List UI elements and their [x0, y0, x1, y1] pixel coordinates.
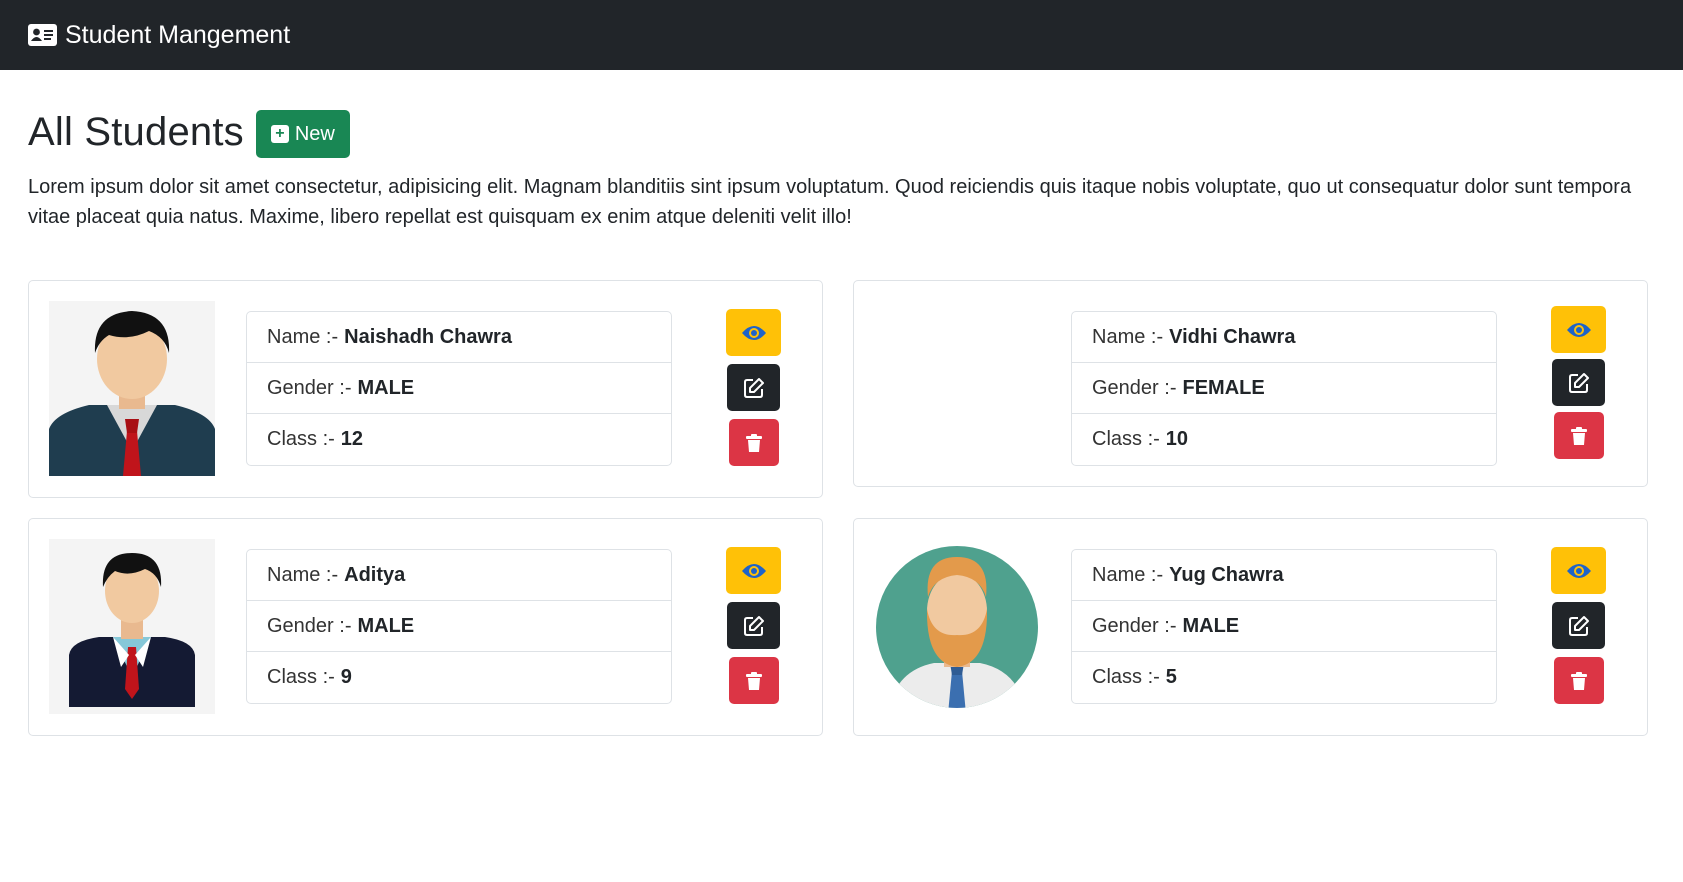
trash-icon	[1570, 671, 1587, 690]
name-value: Naishadh Chawra	[344, 325, 512, 348]
class-value: 9	[340, 666, 352, 688]
card-actions	[726, 309, 781, 466]
student-avatar	[874, 301, 1040, 476]
view-button[interactable]	[726, 547, 781, 594]
student-info: Name :- Naishadh Chawra Gender :- MALE Cla…	[246, 311, 672, 466]
class-label: Class :-	[267, 428, 335, 450]
student-info: Name :- Aditya Gender :- MALE Class :- 9	[246, 549, 672, 704]
gender-value: FEMALE	[1182, 376, 1265, 399]
view-button[interactable]	[1551, 306, 1606, 353]
intro-text: Lorem ipsum dolor sit amet consectetur, …	[28, 176, 1632, 228]
delete-button[interactable]	[728, 419, 779, 466]
new-student-button[interactable]: + New	[255, 110, 350, 158]
student-card: Name :- Vidhi Chawra Gender :- FEMALE Clas…	[853, 280, 1648, 487]
student-card: Name :- Naishadh Chawra Gender :- MALE Cla…	[28, 280, 823, 498]
gender-row: Gender :- FEMALE	[1072, 363, 1496, 414]
edit-button[interactable]	[727, 602, 780, 649]
brand-title: Student Mangement	[65, 20, 291, 49]
trash-icon	[1570, 426, 1587, 445]
gender-label: Gender :-	[1092, 376, 1177, 399]
student-info: Name :- Yug Chawra Gender :- MALE Class :-…	[1071, 549, 1497, 704]
card-actions	[1551, 306, 1606, 459]
student-card: Name :- Yug Chawra Gender :- MALE Class :-…	[853, 518, 1648, 736]
card-actions	[726, 547, 781, 704]
student-info: Name :- Vidhi Chawra Gender :- FEMALE Clas…	[1071, 311, 1497, 466]
navbar-brand[interactable]: Student Mangement	[28, 21, 290, 50]
class-value: 12	[340, 428, 364, 450]
name-label: Name :-	[1092, 325, 1164, 348]
student-avatar	[874, 539, 1040, 714]
name-label: Name :-	[1092, 563, 1164, 586]
edit-icon	[1568, 615, 1589, 636]
class-label: Class :-	[1092, 666, 1160, 688]
navbar: Student Mangement	[0, 0, 1683, 70]
new-button-label: New	[294, 122, 335, 145]
name-value: Aditya	[344, 563, 406, 586]
student-grid: Name :- Naishadh Chawra Gender :- MALE Cla…	[28, 280, 1655, 736]
student-card: Name :- Aditya Gender :- MALE Class :- 9	[28, 518, 823, 736]
gender-label: Gender :-	[267, 376, 352, 399]
delete-button[interactable]	[728, 657, 779, 704]
class-value: 5	[1165, 666, 1177, 688]
gender-value: MALE	[357, 614, 415, 637]
page-header: All Students + New	[28, 106, 1655, 158]
view-button[interactable]	[726, 309, 781, 356]
name-row: Name :- Aditya	[247, 550, 671, 601]
gender-row: Gender :- MALE	[247, 601, 671, 652]
id-card-icon	[28, 24, 57, 46]
edit-icon	[1568, 372, 1589, 393]
plus-square-icon: +	[270, 125, 289, 143]
class-row: Class :- 5	[1072, 652, 1496, 703]
trash-icon	[745, 433, 762, 452]
gender-row: Gender :- MALE	[247, 363, 671, 414]
eye-icon	[1566, 563, 1591, 578]
eye-icon	[1566, 322, 1591, 337]
edit-icon	[743, 615, 764, 636]
gender-value: MALE	[357, 376, 415, 399]
view-button[interactable]	[1551, 547, 1606, 594]
name-label: Name :-	[267, 325, 339, 348]
edit-button[interactable]	[1552, 359, 1605, 406]
edit-icon	[743, 377, 764, 398]
class-row: Class :- 12	[247, 414, 671, 465]
page-title: All Students	[28, 109, 244, 154]
class-label: Class :-	[1092, 428, 1160, 450]
edit-button[interactable]	[727, 364, 780, 411]
delete-button[interactable]	[1553, 657, 1604, 704]
name-value: Vidhi Chawra	[1169, 325, 1296, 348]
class-row: Class :- 9	[247, 652, 671, 703]
eye-icon	[741, 563, 766, 578]
main-content: All Students + New Lorem ipsum dolor sit…	[0, 106, 1683, 736]
eye-icon	[741, 325, 766, 340]
student-avatar	[49, 539, 215, 714]
class-row: Class :- 10	[1072, 414, 1496, 465]
name-row: Name :- Yug Chawra	[1072, 550, 1496, 601]
gender-value: MALE	[1182, 614, 1240, 637]
class-label: Class :-	[267, 666, 335, 688]
edit-button[interactable]	[1552, 602, 1605, 649]
trash-icon	[745, 671, 762, 690]
class-value: 10	[1165, 428, 1189, 450]
delete-button[interactable]	[1553, 412, 1604, 459]
gender-label: Gender :-	[267, 614, 352, 637]
card-actions	[1551, 547, 1606, 704]
name-row: Name :- Vidhi Chawra	[1072, 312, 1496, 363]
name-label: Name :-	[267, 563, 339, 586]
name-row: Name :- Naishadh Chawra	[247, 312, 671, 363]
gender-row: Gender :- MALE	[1072, 601, 1496, 652]
name-value: Yug Chawra	[1169, 563, 1284, 586]
gender-label: Gender :-	[1092, 614, 1177, 637]
student-avatar	[49, 301, 215, 476]
